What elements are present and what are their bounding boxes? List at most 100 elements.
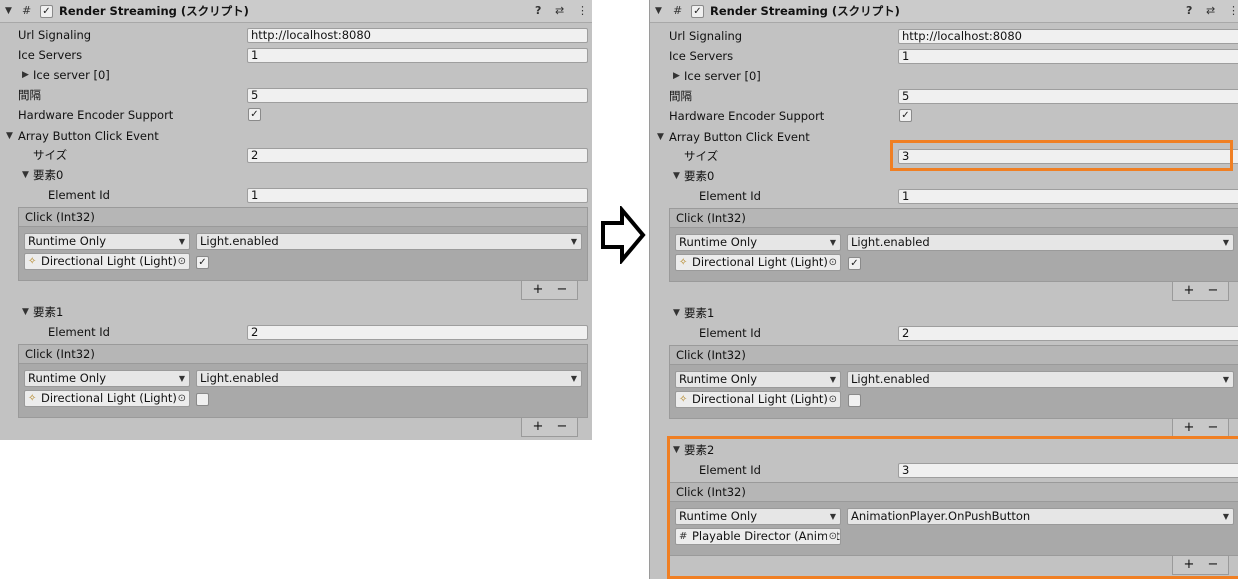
element0-label[interactable]: 要素0 — [684, 168, 714, 184]
ice-servers-label: Ice Servers — [18, 48, 83, 62]
hw-encoder-label: Hardware Encoder Support — [18, 108, 174, 122]
element1-event-header: Click (Int32) — [669, 345, 1238, 365]
element1-method-dropdown[interactable]: Light.enabled ▼ — [196, 370, 582, 387]
element1-event-header: Click (Int32) — [18, 344, 588, 364]
add-button[interactable]: + — [527, 418, 549, 435]
object-picker-icon[interactable]: ⊙ — [175, 391, 186, 406]
interval-field[interactable]: 5 — [247, 88, 588, 103]
element0-argument-checkbox[interactable]: ✓ — [848, 257, 861, 270]
size-label: サイズ — [684, 149, 719, 163]
add-button[interactable]: + — [527, 281, 549, 298]
element0-target-object-field[interactable]: ✧ Directional Light (Light) ⊙ — [24, 253, 190, 270]
url-signaling-field[interactable]: http://localhost:8080 — [898, 29, 1238, 44]
hw-encoder-checkbox[interactable]: ✓ — [899, 109, 912, 122]
array-label[interactable]: Array Button Click Event — [669, 129, 810, 145]
ice-server0-label[interactable]: Ice server [0] — [684, 68, 761, 84]
ice-servers-field[interactable]: 1 — [247, 48, 588, 63]
element1-argument-checkbox[interactable] — [196, 393, 209, 406]
component-enabled-checkbox[interactable]: ✓ — [40, 5, 53, 18]
element0-event-header: Click (Int32) — [18, 207, 588, 227]
url-signaling-label: Url Signaling — [669, 29, 743, 43]
element1-add-remove-bar: + − — [521, 418, 578, 437]
remove-button[interactable]: − — [1202, 282, 1224, 299]
chevron-down-icon: ▼ — [829, 375, 836, 384]
element0-target-object-field[interactable]: ✧ Directional Light (Light) ⊙ — [675, 254, 841, 271]
help-icon[interactable]: ? — [1186, 3, 1192, 19]
size-change-highlight — [890, 140, 1233, 171]
array-label[interactable]: Array Button Click Event — [18, 128, 159, 144]
inspector-panel-before: ▼ # ✓ Render Streaming (スクリプト) ? ⇄ ⋮ Url… — [0, 0, 592, 440]
element0-argument-checkbox[interactable]: ✓ — [196, 256, 209, 269]
element1-target-object-field[interactable]: ✧ Directional Light (Light) ⊙ — [675, 391, 841, 408]
menu-icon[interactable]: ⋮ — [1228, 3, 1238, 19]
object-picker-icon[interactable]: ⊙ — [175, 254, 186, 269]
chevron-down-icon: ▼ — [1222, 375, 1229, 384]
element1-expand-triangle[interactable]: ▼ — [673, 305, 680, 321]
remove-button[interactable]: − — [1202, 419, 1224, 436]
element0-label[interactable]: 要素0 — [33, 167, 63, 183]
element1-target-object-field[interactable]: ✧ Directional Light (Light) ⊙ — [24, 390, 190, 407]
hw-encoder-label: Hardware Encoder Support — [669, 109, 825, 123]
ice-server0-expand-triangle[interactable]: ▶ — [22, 67, 29, 83]
element0-event-header: Click (Int32) — [669, 208, 1238, 228]
transition-arrow-icon — [601, 206, 646, 264]
element1-id-field[interactable]: 2 — [898, 326, 1238, 341]
script-icon: # — [673, 4, 683, 17]
ice-servers-field[interactable]: 1 — [898, 49, 1238, 64]
interval-label: 間隔 — [18, 88, 41, 102]
collapse-triangle[interactable]: ▼ — [5, 3, 12, 19]
element0-expand-triangle[interactable]: ▼ — [673, 168, 680, 184]
element1-method-dropdown[interactable]: Light.enabled ▼ — [847, 371, 1234, 388]
collapse-triangle[interactable]: ▼ — [655, 3, 662, 19]
element0-runtime-dropdown[interactable]: Runtime Only ▼ — [675, 234, 841, 251]
element0-method-dropdown[interactable]: Light.enabled ▼ — [196, 233, 582, 250]
element1-id-label: Element Id — [48, 325, 110, 339]
array-expand-triangle[interactable]: ▼ — [657, 129, 664, 145]
light-icon: ✧ — [28, 393, 37, 404]
element0-id-field[interactable]: 1 — [898, 189, 1238, 204]
size-field[interactable]: 2 — [247, 148, 588, 163]
add-button[interactable]: + — [1178, 419, 1200, 436]
new-element-highlight — [667, 436, 1238, 579]
hw-encoder-checkbox[interactable]: ✓ — [248, 108, 261, 121]
script-icon: # — [22, 4, 32, 17]
component-enabled-checkbox[interactable]: ✓ — [691, 5, 704, 18]
url-signaling-field[interactable]: http://localhost:8080 — [247, 28, 588, 43]
element0-runtime-dropdown[interactable]: Runtime Only ▼ — [24, 233, 190, 250]
element1-id-label: Element Id — [699, 326, 761, 340]
interval-field[interactable]: 5 — [898, 89, 1238, 104]
help-icon[interactable]: ? — [535, 3, 541, 19]
menu-icon[interactable]: ⋮ — [577, 3, 588, 19]
preset-icon[interactable]: ⇄ — [555, 3, 564, 19]
element1-argument-checkbox[interactable] — [848, 394, 861, 407]
size-label: サイズ — [33, 148, 68, 162]
remove-button[interactable]: − — [551, 418, 573, 435]
add-button[interactable]: + — [1178, 282, 1200, 299]
element1-label[interactable]: 要素1 — [684, 305, 714, 321]
element1-id-field[interactable]: 2 — [247, 325, 588, 340]
ice-server0-label[interactable]: Ice server [0] — [33, 67, 110, 83]
ice-server0-expand-triangle[interactable]: ▶ — [673, 68, 680, 84]
chevron-down-icon: ▼ — [570, 374, 577, 383]
element0-id-label: Element Id — [48, 188, 110, 202]
element0-method-dropdown[interactable]: Light.enabled ▼ — [847, 234, 1234, 251]
element0-expand-triangle[interactable]: ▼ — [22, 167, 29, 183]
interval-label: 間隔 — [669, 89, 692, 103]
element1-runtime-dropdown[interactable]: Runtime Only ▼ — [675, 371, 841, 388]
element0-id-field[interactable]: 1 — [247, 188, 588, 203]
element1-runtime-dropdown[interactable]: Runtime Only ▼ — [24, 370, 190, 387]
component-title: Render Streaming (スクリプト) — [59, 4, 249, 18]
component-header: ▼ # ✓ Render Streaming (スクリプト) ? ⇄ ⋮ — [650, 0, 1238, 23]
array-expand-triangle[interactable]: ▼ — [6, 128, 13, 144]
chevron-down-icon: ▼ — [570, 237, 577, 246]
preset-icon[interactable]: ⇄ — [1206, 3, 1215, 19]
element1-label[interactable]: 要素1 — [33, 304, 63, 320]
remove-button[interactable]: − — [551, 281, 573, 298]
object-picker-icon[interactable]: ⊙ — [826, 255, 837, 270]
chevron-down-icon: ▼ — [178, 374, 185, 383]
chevron-down-icon: ▼ — [178, 237, 185, 246]
light-icon: ✧ — [28, 256, 37, 267]
object-picker-icon[interactable]: ⊙ — [826, 392, 837, 407]
element1-expand-triangle[interactable]: ▼ — [22, 304, 29, 320]
component-title: Render Streaming (スクリプト) — [710, 4, 900, 18]
